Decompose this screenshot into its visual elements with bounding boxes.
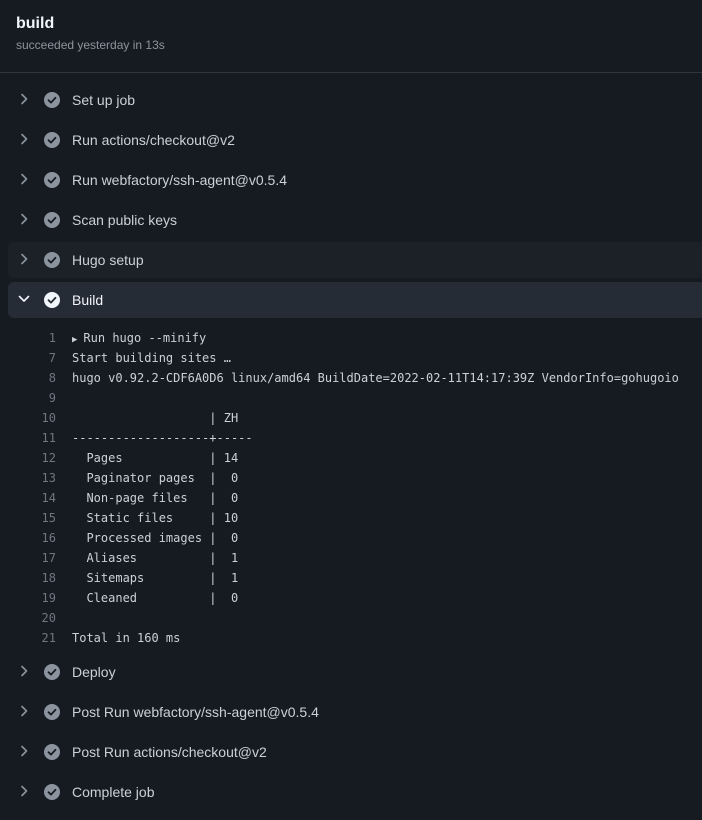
line-number[interactable]: 15 [8, 508, 56, 528]
log-line: 12 Pages | 14 [8, 448, 702, 468]
step-row[interactable]: Hugo setup [8, 242, 702, 278]
log-line: 17 Aliases | 1 [8, 548, 702, 568]
log-text: Aliases | 1 [72, 551, 239, 565]
log-text: Pages | 14 [72, 451, 239, 465]
check-circle-icon [44, 292, 60, 308]
line-number[interactable]: 19 [8, 588, 56, 608]
job-header: build succeeded yesterday in 13s [16, 14, 165, 52]
step-row[interactable]: Scan public keys [8, 202, 702, 238]
check-circle-icon [44, 704, 60, 720]
line-number[interactable]: 17 [8, 548, 56, 568]
check-circle-icon [44, 784, 60, 800]
chevron-right-icon[interactable] [17, 784, 31, 798]
step-label: Post Run actions/checkout@v2 [72, 744, 267, 760]
line-number[interactable]: 8 [8, 368, 56, 388]
log-text: Start building sites … [72, 351, 231, 365]
step-label: Run webfactory/ssh-agent@v0.5.4 [72, 172, 287, 188]
log-line: 18 Sitemaps | 1 [8, 568, 702, 588]
log-line: 21 Total in 160 ms [8, 628, 702, 648]
job-title: build [16, 15, 55, 32]
chevron-right-icon[interactable] [17, 664, 31, 678]
line-number[interactable]: 20 [8, 608, 56, 628]
log-text: -------------------+----- [72, 431, 253, 445]
step-row[interactable]: Complete job [8, 774, 702, 810]
triangle-right-icon[interactable]: ▶ [72, 330, 77, 350]
job-status: succeeded yesterday in 13s [16, 38, 165, 52]
log-line: 20 [8, 608, 702, 628]
log-line: 16 Processed images | 0 [8, 528, 702, 548]
chevron-right-icon[interactable] [17, 172, 31, 186]
check-circle-icon [44, 92, 60, 108]
line-number[interactable]: 21 [8, 628, 56, 648]
line-number[interactable]: 11 [8, 428, 56, 448]
log-line: 8 hugo v0.92.2-CDF6A0D6 linux/amd64 Build… [8, 368, 702, 388]
step-row[interactable]: Run webfactory/ssh-agent@v0.5.4 [8, 162, 702, 198]
log-line[interactable]: 1 ▶ Run hugo --minify [8, 328, 702, 348]
chevron-right-icon[interactable] [17, 132, 31, 146]
step-row[interactable]: Post Run actions/checkout@v2 [8, 734, 702, 770]
log-text: Cleaned | 0 [72, 591, 239, 605]
line-number[interactable]: 1 [8, 328, 56, 348]
log-text: | ZH [72, 411, 239, 425]
line-number[interactable]: 7 [8, 348, 56, 368]
log-line: 9 [8, 388, 702, 408]
chevron-right-icon[interactable] [17, 92, 31, 106]
chevron-right-icon[interactable] [17, 704, 31, 718]
step-row[interactable]: Set up job [8, 82, 702, 118]
step-label: Set up job [72, 92, 136, 108]
check-circle-icon [44, 252, 60, 268]
line-number[interactable]: 18 [8, 568, 56, 588]
step-label: Scan public keys [72, 212, 178, 228]
log-text: Paginator pages | 0 [72, 471, 239, 485]
log-text: Static files | 10 [72, 511, 239, 525]
log-text: Processed images | 0 [72, 531, 239, 545]
log-line: 15 Static files | 10 [8, 508, 702, 528]
step-row[interactable]: Run actions/checkout@v2 [8, 122, 702, 158]
step-label: Build [72, 292, 104, 308]
log-line: 19 Cleaned | 0 [8, 588, 702, 608]
line-number[interactable]: 16 [8, 528, 56, 548]
log-text: Sitemaps | 1 [72, 571, 239, 585]
line-number[interactable]: 9 [8, 388, 56, 408]
chevron-right-icon[interactable] [17, 252, 31, 266]
line-number[interactable]: 12 [8, 448, 56, 468]
log-line: 13 Paginator pages | 0 [8, 468, 702, 488]
step-label: Hugo setup [72, 252, 144, 268]
log-line: 7 Start building sites … [8, 348, 702, 368]
log-line: 10 | ZH [8, 408, 702, 428]
step-label: Complete job [72, 784, 155, 800]
chevron-down-icon[interactable] [17, 292, 31, 306]
step-label: Post Run webfactory/ssh-agent@v0.5.4 [72, 704, 319, 720]
step-label: Deploy [72, 664, 116, 680]
check-circle-icon [44, 744, 60, 760]
log-text: Total in 160 ms [72, 631, 181, 645]
step-row[interactable]: Build [8, 282, 702, 318]
log-line: 11 -------------------+----- [8, 428, 702, 448]
step-row[interactable]: Deploy [8, 654, 702, 690]
header-divider [0, 72, 702, 73]
steps-list: Set up job Run actions/checkout@v2 Run web… [8, 82, 702, 814]
chevron-right-icon[interactable] [17, 212, 31, 226]
check-circle-icon [44, 172, 60, 188]
check-circle-icon [44, 212, 60, 228]
log-output: 1 ▶ Run hugo --minify 7 Start building sites… [8, 328, 702, 648]
line-number[interactable]: 13 [8, 468, 56, 488]
log-text: Run hugo --minify [83, 331, 207, 345]
log-text: hugo v0.92.2-CDF6A0D6 linux/amd64 BuildD… [72, 371, 679, 385]
line-number[interactable]: 14 [8, 488, 56, 508]
step-label: Run actions/checkout@v2 [72, 132, 235, 148]
step-row[interactable]: Post Run webfactory/ssh-agent@v0.5.4 [8, 694, 702, 730]
check-circle-icon [44, 664, 60, 680]
chevron-right-icon[interactable] [17, 744, 31, 758]
log-text: Non-page files | 0 [72, 491, 239, 505]
log-line: 14 Non-page files | 0 [8, 488, 702, 508]
line-number[interactable]: 10 [8, 408, 56, 428]
check-circle-icon [44, 132, 60, 148]
